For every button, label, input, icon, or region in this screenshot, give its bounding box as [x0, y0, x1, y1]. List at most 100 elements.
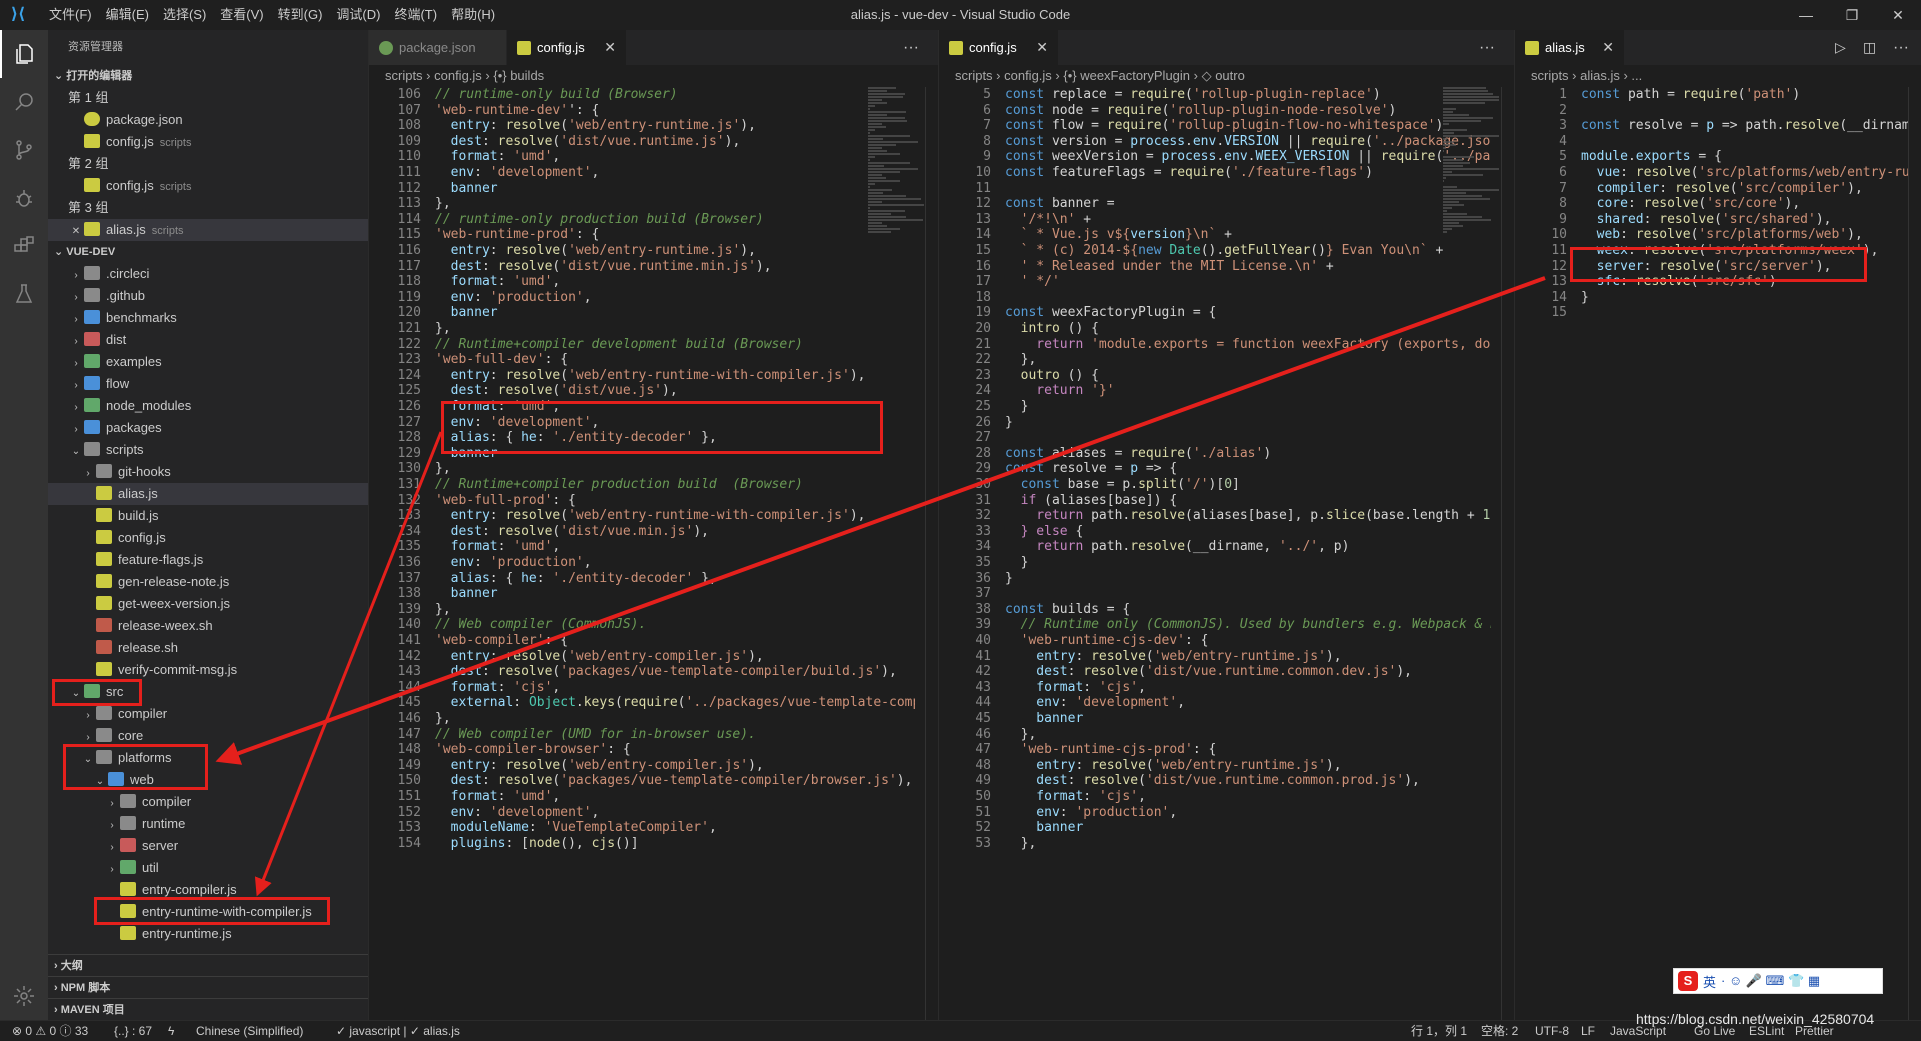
menu-file[interactable]: 文件(F)	[42, 0, 99, 30]
code-line[interactable]: const builds = {	[1005, 602, 1491, 617]
menu-view[interactable]: 查看(V)	[213, 0, 270, 30]
debug-icon[interactable]	[0, 174, 48, 222]
code-line[interactable]: // Web compiler (CommonJS).	[435, 617, 915, 632]
status-misc[interactable]: {..} : 67	[114, 1021, 152, 1041]
code-line[interactable]: const featureFlags = require('./feature-…	[1005, 165, 1491, 180]
code-line[interactable]: format: 'cjs',	[435, 680, 915, 695]
code-line[interactable]: // Runtime+compiler production build (Br…	[435, 477, 915, 492]
tree-folder[interactable]: › server	[48, 835, 368, 857]
code-line[interactable]: web: resolve('src/platforms/web'),	[1581, 227, 1921, 242]
tree-folder[interactable]: › node_modules	[48, 395, 368, 417]
code-line[interactable]: core: resolve('src/core'),	[1581, 196, 1921, 211]
tree-folder[interactable]: › .github	[48, 285, 368, 307]
tree-folder[interactable]: › packages	[48, 417, 368, 439]
ime-lang[interactable]: 英	[1703, 972, 1716, 991]
code-line[interactable]: const resolve = p => path.resolve(__dirn…	[1581, 118, 1921, 133]
ime-toolbar[interactable]: S 英 · ☺ 🎤 ⌨ 👕 ▦	[1673, 968, 1883, 994]
tree-file[interactable]: entry-runtime.js	[48, 923, 368, 945]
tree-folder[interactable]: ⌄ scripts	[48, 439, 368, 461]
menu-terminal[interactable]: 终端(T)	[387, 0, 444, 30]
ime-tool-icons[interactable]: · ☺ 🎤 ⌨ 👕 ▦	[1721, 973, 1820, 989]
split-editor-icon[interactable]: ◫	[1863, 30, 1876, 65]
code-line[interactable]: const flow = require('rollup-plugin-flow…	[1005, 118, 1491, 133]
encoding[interactable]: UTF-8	[1535, 1021, 1569, 1041]
code-line[interactable]: }	[1005, 571, 1491, 586]
extensions-icon[interactable]	[0, 222, 48, 270]
close-window-button[interactable]: ✕	[1875, 0, 1921, 30]
code-line[interactable]: },	[435, 321, 915, 336]
code-line[interactable]: },	[435, 196, 915, 211]
minimize-button[interactable]: —	[1783, 0, 1829, 30]
problems-indicator[interactable]: ⊗ 0 ⚠ 0 ⓘ 33	[12, 1021, 88, 1041]
language-pack[interactable]: Chinese (Simplified)	[196, 1021, 303, 1041]
code-line[interactable]: ` * Vue.js v${version}\n` +	[1005, 227, 1491, 242]
close-icon[interactable]: ✕	[1036, 30, 1048, 65]
code-line[interactable]: env: 'production',	[435, 290, 915, 305]
open-editors-section[interactable]: ⌄ 打开的编辑器	[48, 65, 368, 87]
code-line[interactable]: },	[1005, 836, 1491, 851]
code-line[interactable]: env: 'development',	[1005, 695, 1491, 710]
maven-section[interactable]: › MAVEN 项目	[48, 998, 368, 1020]
menu-edit[interactable]: 编辑(E)	[99, 0, 156, 30]
code-line[interactable]: dest: resolve('dist/vue.runtime.common.d…	[1005, 664, 1491, 679]
code-line[interactable]: intro () {	[1005, 321, 1491, 336]
code-line[interactable]: // runtime-only production build (Browse…	[435, 212, 915, 227]
code-line[interactable]: },	[1005, 727, 1491, 742]
code-line[interactable]: return path.resolve(__dirname, '../', p)	[1005, 539, 1491, 554]
run-icon[interactable]: ▷	[1835, 30, 1846, 65]
lightning-icon[interactable]: ϟ	[168, 1021, 174, 1041]
code-line[interactable]: 'web-runtime-prod': {	[435, 227, 915, 242]
code-line[interactable]: return '}'	[1005, 383, 1491, 398]
cursor-position[interactable]: 行 1，列 1	[1411, 1021, 1467, 1041]
code-line[interactable]: const base = p.split('/')[0]	[1005, 477, 1491, 492]
code-line[interactable]: const replace = require('rollup-plugin-r…	[1005, 87, 1491, 102]
code-line[interactable]: banner	[435, 181, 915, 196]
tree-folder[interactable]: › benchmarks	[48, 307, 368, 329]
code-line[interactable]: ' * Released under the MIT License.\n' +	[1005, 259, 1491, 274]
tree-file[interactable]: release.sh	[48, 637, 368, 659]
code-line[interactable]: 'web-full-prod': {	[435, 493, 915, 508]
search-icon[interactable]	[0, 78, 48, 126]
code-line[interactable]: 'web-full-dev': {	[435, 352, 915, 367]
code-line[interactable]: }	[1581, 290, 1921, 305]
code-line[interactable]: const banner =	[1005, 196, 1491, 211]
breadcrumb[interactable]: scripts › config.js › {•} builds	[369, 65, 938, 87]
code-line[interactable]: },	[435, 711, 915, 726]
code-line[interactable]: const weexFactoryPlugin = {	[1005, 305, 1491, 320]
menu-selection[interactable]: 选择(S)	[156, 0, 213, 30]
open-editor-item[interactable]: config.js scripts	[48, 131, 368, 153]
code-line[interactable]: const aliases = require('./alias')	[1005, 446, 1491, 461]
code-line[interactable]: },	[435, 461, 915, 476]
source-control-icon[interactable]	[0, 126, 48, 174]
code-line[interactable]: ` * (c) 2014-${new Date().getFullYear()}…	[1005, 243, 1491, 258]
tree-folder[interactable]: › dist	[48, 329, 368, 351]
testing-flask-icon[interactable]	[0, 270, 48, 318]
code-line[interactable]: format: 'umd',	[435, 149, 915, 164]
menu-go[interactable]: 转到(G)	[271, 0, 330, 30]
eol[interactable]: LF	[1581, 1021, 1595, 1041]
code-line[interactable]: banner	[435, 586, 915, 601]
code-line[interactable]: const node = require('rollup-plugin-node…	[1005, 103, 1491, 118]
tree-folder[interactable]: › git-hooks	[48, 461, 368, 483]
code-line[interactable]: entry: resolve('web/entry-runtime.js'),	[435, 243, 915, 258]
tree-folder[interactable]: › util	[48, 857, 368, 879]
tree-folder[interactable]: › .circleci	[48, 263, 368, 285]
code-line[interactable]: format: 'cjs',	[1005, 680, 1491, 695]
code-line[interactable]: entry: resolve('web/entry-runtime-with-c…	[435, 508, 915, 523]
code-line[interactable]: ' */'	[1005, 274, 1491, 289]
code-line[interactable]: vue: resolve('src/platforms/web/entry-ru…	[1581, 165, 1921, 180]
code-line[interactable]: } else {	[1005, 524, 1491, 539]
tree-folder[interactable]: › compiler	[48, 791, 368, 813]
code-line[interactable]: 'web-runtime-cjs-dev': {	[1005, 633, 1491, 648]
indentation[interactable]: 空格: 2	[1481, 1021, 1518, 1041]
code-line[interactable]: const weexVersion = process.env.WEEX_VER…	[1005, 149, 1491, 164]
code-line[interactable]: return 'module.exports = function weexFa…	[1005, 337, 1491, 352]
code-line[interactable]: entry: resolve('web/entry-compiler.js'),	[435, 758, 915, 773]
code-line[interactable]: // Runtime only (CommonJS). Used by bund…	[1005, 617, 1491, 632]
code-line[interactable]: }	[1005, 415, 1491, 430]
tree-file[interactable]: gen-release-note.js	[48, 571, 368, 593]
tree-folder[interactable]: › runtime	[48, 813, 368, 835]
status-breadcrumb[interactable]: ✓ javascript | ✓ alias.js	[336, 1021, 460, 1041]
code-line[interactable]: '/*!\n' +	[1005, 212, 1491, 227]
close-icon[interactable]: ✕	[1602, 30, 1614, 65]
